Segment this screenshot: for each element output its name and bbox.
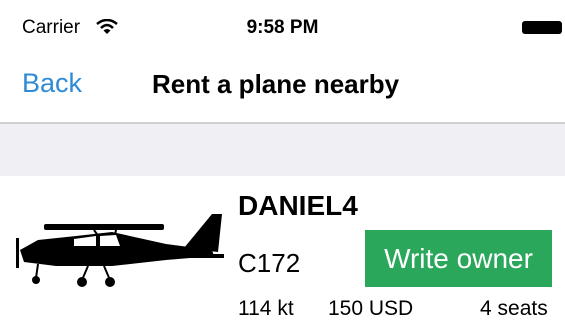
status-bar: Carrier 9:58 PM bbox=[0, 0, 565, 60]
plane-model: C172 bbox=[238, 248, 301, 278]
clock: 9:58 PM bbox=[246, 17, 319, 38]
rental-price: 150 USD bbox=[328, 297, 414, 320]
navigation-bar: Back Rent a plane nearby bbox=[0, 60, 565, 122]
section-separator bbox=[0, 124, 565, 176]
battery-icon bbox=[522, 21, 562, 34]
write-owner-button[interactable]: Write owner bbox=[365, 230, 552, 287]
back-button[interactable]: Back bbox=[22, 68, 82, 99]
plane-name: DANIEL4 bbox=[238, 190, 358, 221]
cruise-speed: 114 kt bbox=[238, 297, 294, 320]
airplane-icon bbox=[16, 214, 224, 287]
seat-count: 4 seats bbox=[480, 297, 548, 320]
page-title: Rent a plane nearby bbox=[152, 69, 400, 99]
plane-listing[interactable]: DANIEL4 C172 Write owner 114 kt 150 USD … bbox=[0, 176, 565, 320]
